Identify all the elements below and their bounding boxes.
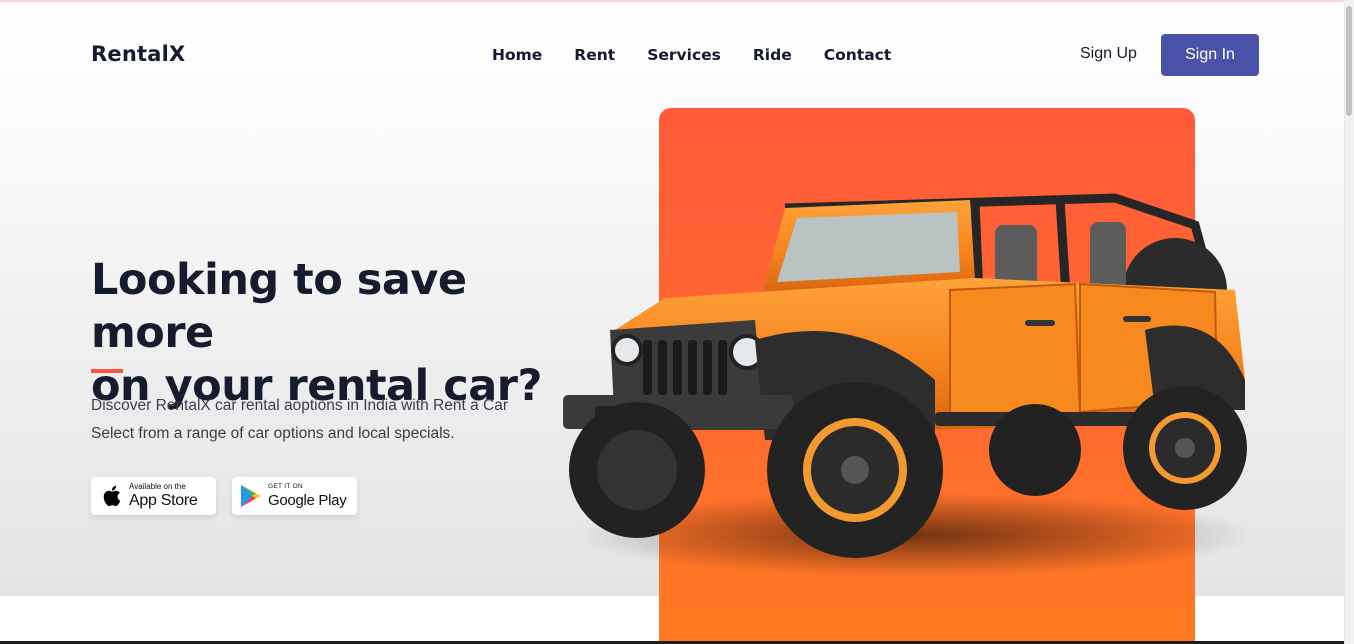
headline-line-1: Looking to save more bbox=[91, 255, 467, 358]
sign-up-link[interactable]: Sign Up bbox=[1080, 45, 1137, 63]
google-play-label: Google Play bbox=[268, 491, 347, 509]
nav-home[interactable]: Home bbox=[492, 46, 542, 64]
nav-rent[interactable]: Rent bbox=[574, 46, 615, 64]
app-store-button[interactable]: Available on the App Store bbox=[91, 477, 216, 515]
description-line-1: Discover RentalX car rental aoptions in … bbox=[91, 397, 508, 414]
scrollbar-thumb[interactable] bbox=[1346, 6, 1352, 116]
description-line-2: Select from a range of car options and l… bbox=[91, 425, 455, 442]
accent-divider bbox=[91, 369, 123, 373]
app-store-label: App Store bbox=[129, 492, 198, 509]
nav-services[interactable]: Services bbox=[647, 46, 721, 64]
brand-logo[interactable]: RentalX bbox=[91, 42, 185, 66]
page-scrollbar[interactable] bbox=[1344, 0, 1354, 644]
google-play-icon bbox=[240, 484, 262, 508]
google-play-small: GET IT ON bbox=[268, 483, 303, 491]
jeep-image bbox=[563, 193, 1255, 577]
hero-headline: Looking to save more on your rental car? bbox=[91, 254, 571, 413]
main-nav: Home Rent Services Ride Contact bbox=[492, 46, 891, 64]
hero-description: Discover RentalX car rental aoptions in … bbox=[91, 392, 561, 448]
google-play-text: GET IT ON Google Play bbox=[268, 483, 347, 509]
nav-ride[interactable]: Ride bbox=[753, 46, 792, 64]
nav-contact[interactable]: Contact bbox=[824, 46, 892, 64]
app-store-text: Available on the App Store bbox=[129, 482, 198, 509]
app-store-small: Available on the bbox=[129, 482, 186, 491]
apple-icon bbox=[101, 484, 123, 508]
google-play-button[interactable]: GET IT ON Google Play bbox=[232, 477, 357, 515]
sign-in-button[interactable]: Sign In bbox=[1161, 34, 1259, 76]
